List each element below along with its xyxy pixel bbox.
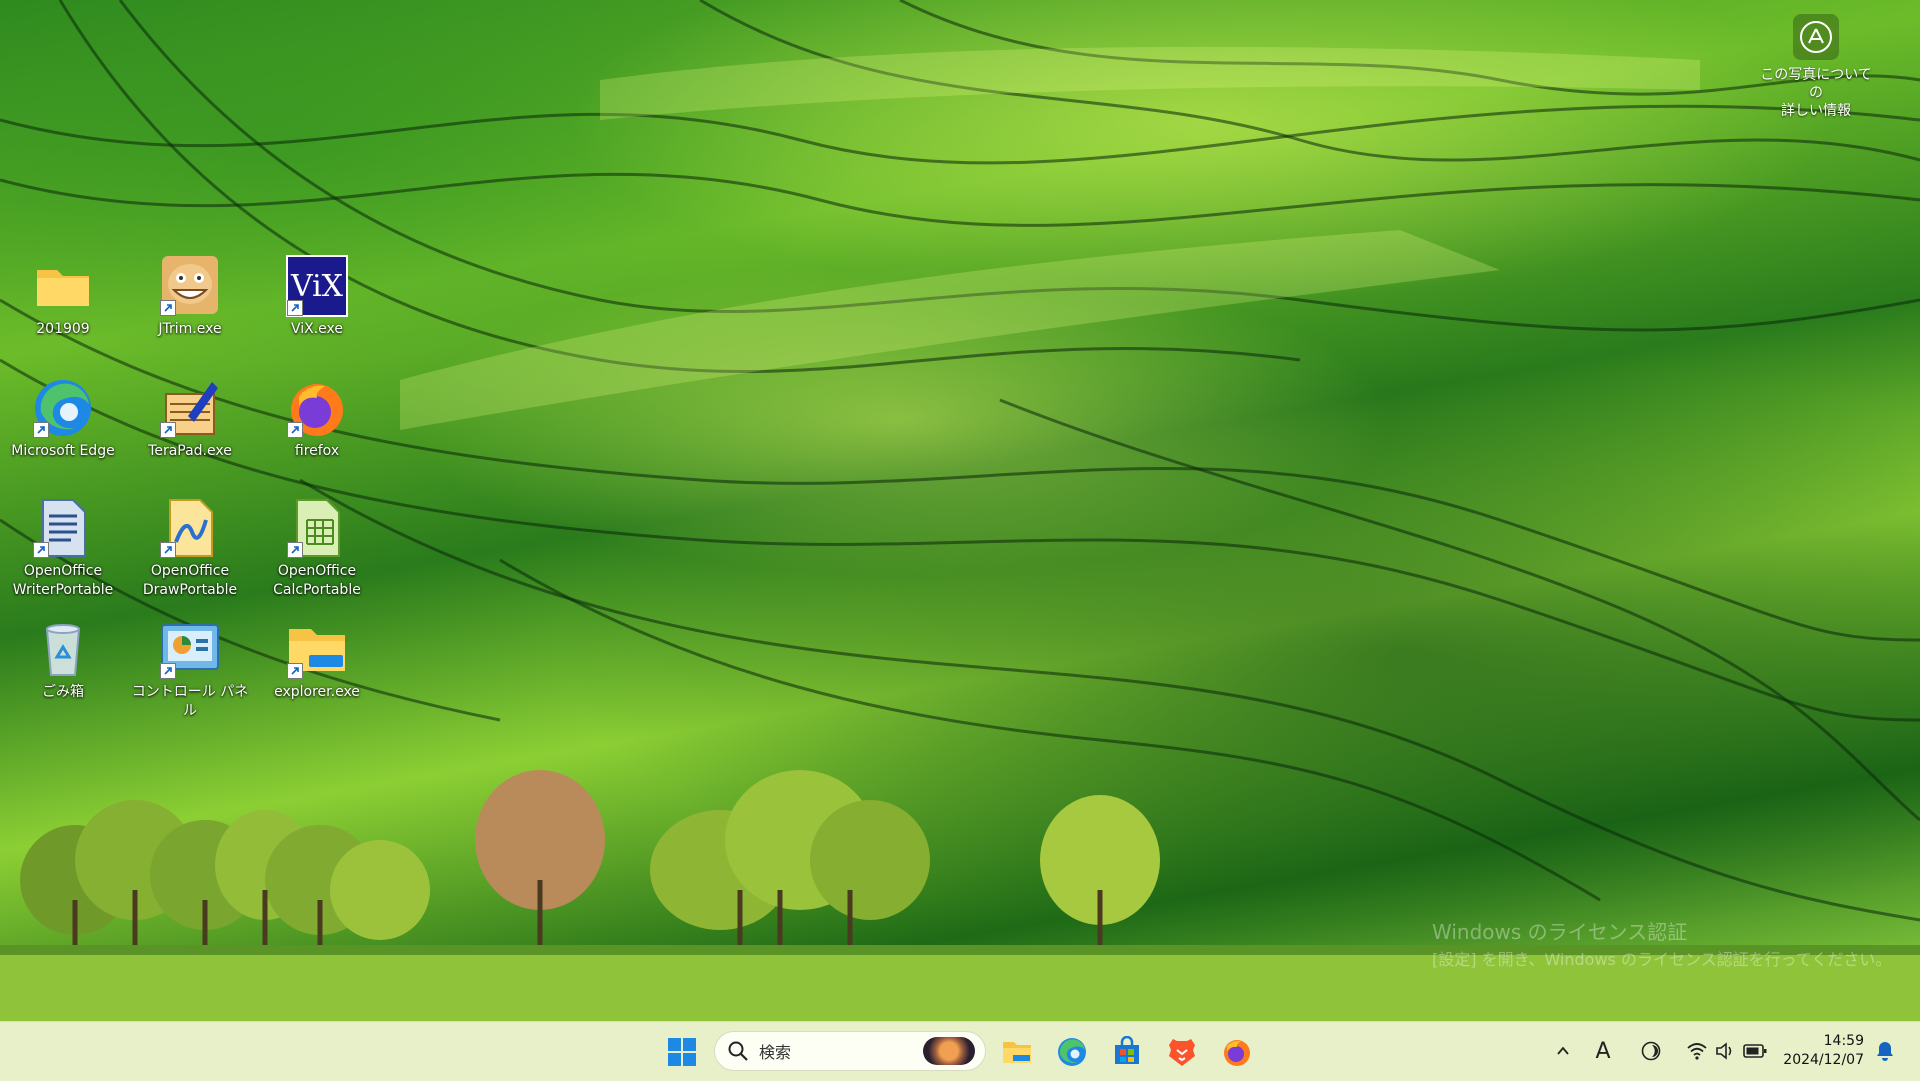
shortcut-arrow-icon [287,300,303,316]
bell-icon [1877,1042,1893,1061]
activation-watermark: Windows のライセンス認証 [設定] を開き、Windows のライセンス… [1432,918,1891,974]
desktop-icon-jtrim[interactable]: JTrim.exe [128,254,252,339]
desktop-icon-openoffice-draw[interactable]: OpenOffice DrawPortable [128,496,252,600]
speaker-icon [1716,1042,1732,1060]
desktop-icon-control-panel[interactable]: コントロール パネル [128,617,252,721]
wifi-icon [1687,1043,1707,1060]
shortcut-arrow-icon [33,542,49,558]
camera-info-icon[interactable] [1793,14,1839,60]
brave-lion-icon [1169,1039,1195,1066]
search-icon [728,1041,748,1061]
openoffice-calc-icon [285,496,349,560]
edge-icon [31,376,95,440]
shortcut-arrow-icon [33,422,49,438]
taskbar-file-explorer[interactable] [995,1030,1039,1074]
recycle-bin-icon [31,617,95,681]
openoffice-writer-icon [31,496,95,560]
desktop-icon-label: OpenOffice DrawPortable [142,563,238,598]
shortcut-arrow-icon [160,542,176,558]
desktop-icon-label: OpenOffice CalcPortable [273,563,361,598]
search-placeholder: 検索 [759,1043,792,1062]
spotlight-info[interactable]: この写真についての 詳しい情報 [1756,14,1876,120]
notification-button[interactable] [1870,1036,1900,1066]
volume-tray[interactable] [1711,1036,1741,1066]
desktop-icon-label: JTrim.exe [158,321,222,337]
taskbar-edge[interactable] [1050,1030,1094,1074]
clock-time: 14:59 [1823,1033,1864,1049]
desktop-icon-recycle-bin[interactable]: ごみ箱 [1,617,125,702]
desktop-icon-label: explorer.exe [274,684,360,700]
search-highlight-image [923,1037,975,1065]
battery-icon [1743,1044,1767,1058]
taskbar-microsoft-store[interactable] [1105,1030,1149,1074]
taskbar-firefox[interactable] [1215,1030,1259,1074]
firefox-icon [285,376,349,440]
shortcut-arrow-icon [160,663,176,679]
show-hidden-icons-chevron[interactable] [1548,1036,1578,1066]
desktop-icon-label: TeraPad.exe [148,443,232,459]
desktop-icon-vix[interactable]: ViX ViX.exe [255,254,379,339]
taskbar: 検索 A 14:59 2024/12/07 [0,1021,1920,1081]
desktop-icon-201909[interactable]: 201909 [1,254,125,339]
desktop-icon-label: 201909 [36,321,90,337]
desktop-icon-firefox[interactable]: firefox [255,376,379,461]
desktop-icon-explorer[interactable]: explorer.exe [255,617,379,702]
desktop-icon-label: コントロール パネル [131,684,249,719]
night-mode-tray[interactable] [1636,1036,1666,1066]
clock-date: 2024/12/07 [1783,1052,1864,1068]
moon-icon [1641,1041,1661,1061]
taskbar-search-box[interactable]: 検索 [714,1031,986,1071]
desktop-icon-openoffice-writer[interactable]: OpenOffice WriterPortable [1,496,125,600]
chevron-up-icon [1557,1046,1569,1055]
control-panel-icon [158,617,222,681]
desktop-icon-label: ViX.exe [290,321,344,337]
terapad-icon [158,376,222,440]
svg-text:ViX: ViX [290,269,344,304]
battery-tray[interactable] [1740,1036,1770,1066]
shortcut-arrow-icon [287,422,303,438]
jtrim-icon [158,254,222,318]
windows-logo-icon [668,1038,696,1066]
desktop-icon-label: firefox [294,443,340,459]
network-tray[interactable] [1682,1036,1712,1066]
vix-icon: ViX [285,254,349,318]
shortcut-arrow-icon [287,663,303,679]
spotlight-label[interactable]: この写真についての 詳しい情報 [1756,66,1876,120]
desktop-icon-edge[interactable]: Microsoft Edge [1,376,125,461]
folder-icon [31,254,95,318]
edge-icon [1058,1038,1086,1066]
start-button[interactable] [660,1030,704,1074]
ime-mode-indicator[interactable]: A [1588,1036,1618,1066]
desktop-icon-terapad[interactable]: TeraPad.exe [128,376,252,461]
desktop-icon-label: ごみ箱 [42,684,84,700]
firefox-icon [1224,1040,1250,1066]
taskbar-brave[interactable] [1160,1030,1204,1074]
shortcut-arrow-icon [287,542,303,558]
watermark-line1: Windows のライセンス認証 [1432,920,1688,944]
shortcut-arrow-icon [160,422,176,438]
file-explorer-icon [1003,1042,1031,1063]
desktop-icon-label: Microsoft Edge [11,443,115,459]
shortcut-arrow-icon [160,300,176,316]
taskbar-clock[interactable]: 14:59 2024/12/07 [1782,1032,1864,1070]
store-icon [1115,1036,1139,1064]
desktop-icon-label: OpenOffice WriterPortable [12,563,114,598]
openoffice-draw-icon [158,496,222,560]
desktop-icon-openoffice-calc[interactable]: OpenOffice CalcPortable [255,496,379,600]
watermark-line2: [設定] を開き、Windows のライセンス認証を行ってください。 [1432,950,1892,969]
file-explorer-icon [285,617,349,681]
